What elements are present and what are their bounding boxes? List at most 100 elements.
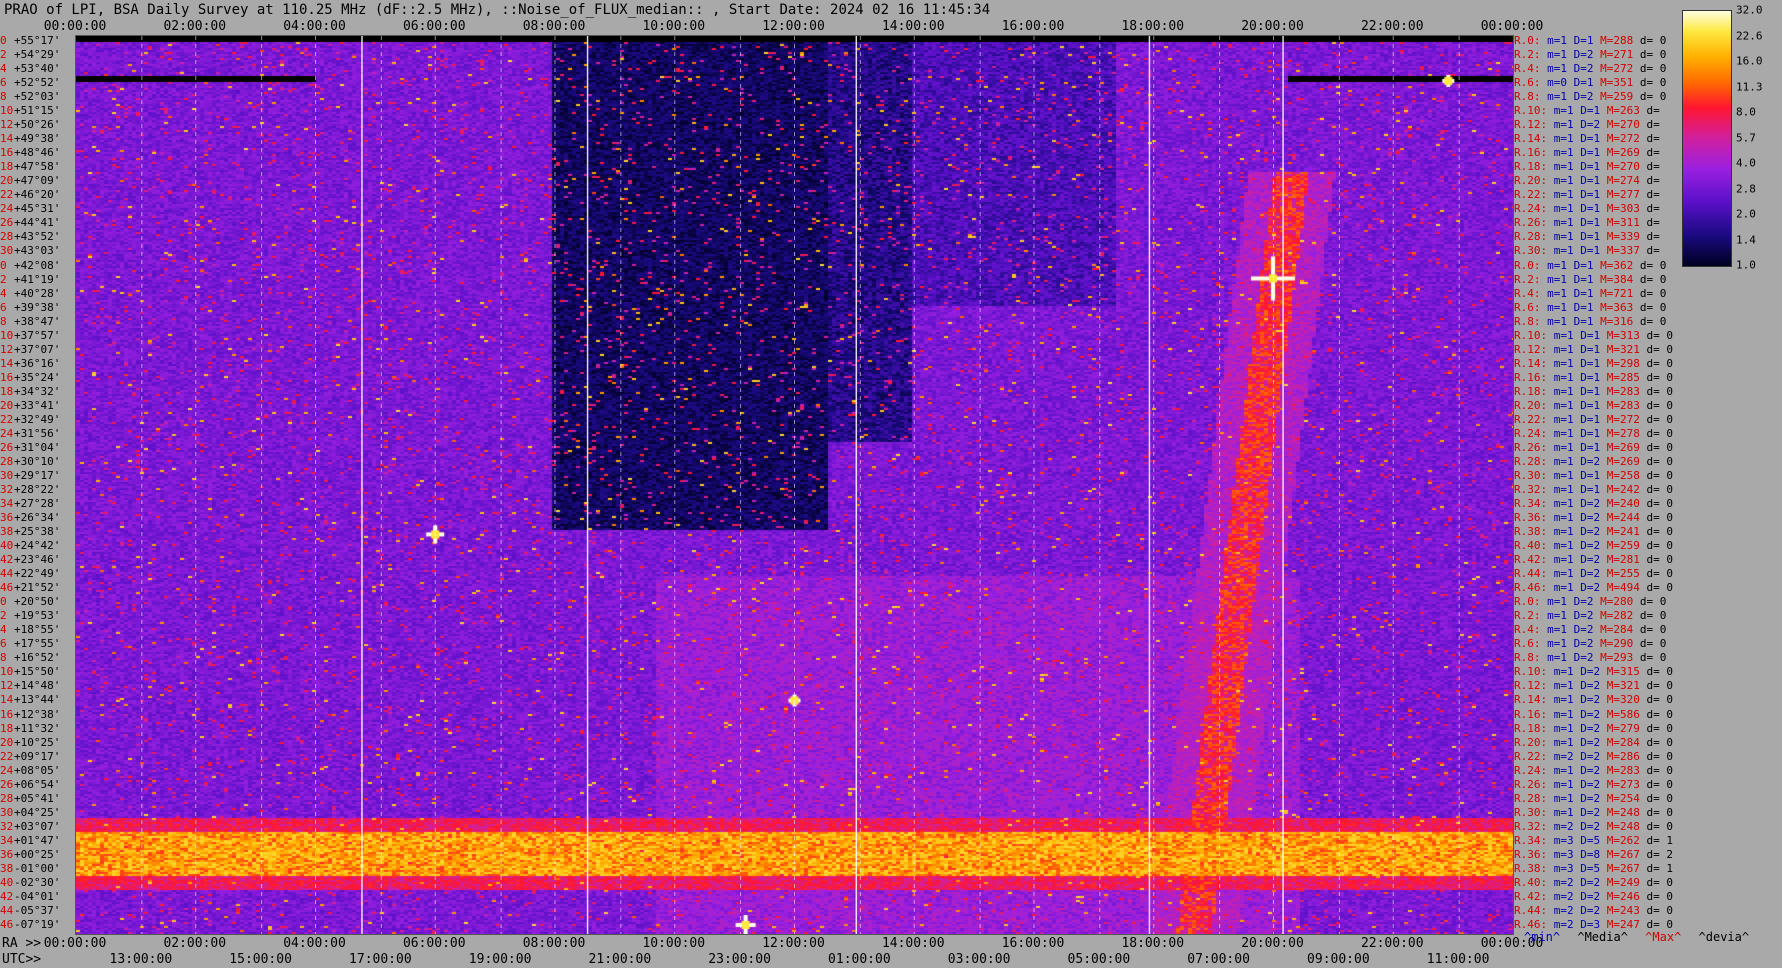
spectrogram-plot[interactable] bbox=[75, 35, 1514, 935]
stat-row: R.20: m=1 D=2 M=284 d= 0 bbox=[1514, 736, 1673, 749]
dec-row-value: +31°56' bbox=[14, 426, 61, 440]
stat-max: M=267 bbox=[1606, 861, 1647, 875]
ra-axis-prefix: RA >> bbox=[2, 936, 42, 951]
dec-row-index: 14 bbox=[0, 693, 14, 707]
dec-row: 30+29°17' bbox=[0, 469, 60, 482]
bottom-ra-tick: 10:00:00 bbox=[642, 936, 706, 951]
stat-min: m=1 bbox=[1547, 651, 1574, 665]
dec-row-index: 18 bbox=[0, 721, 14, 735]
stat-max: M=290 bbox=[1600, 637, 1640, 651]
stat-median: D=1 bbox=[1580, 483, 1607, 496]
stat-row: R.12: m=1 D=1 M=321 d= 0 bbox=[1514, 343, 1673, 356]
stat-max: M=320 bbox=[1606, 693, 1647, 707]
stat-row: R.16: m=1 D=1 M=269 d= bbox=[1514, 146, 1660, 159]
stat-row: R.24: m=1 D=1 M=303 d= bbox=[1514, 202, 1660, 215]
stat-max: M=293 bbox=[1600, 651, 1640, 665]
dec-row-value: +00°25' bbox=[14, 847, 61, 861]
dec-row: 18+11°32' bbox=[0, 722, 60, 735]
dec-row-value: +30°10' bbox=[14, 454, 61, 468]
stat-deviation: d= 0 bbox=[1646, 525, 1674, 539]
stat-min: m=1 bbox=[1553, 244, 1581, 258]
dec-row: 46+21°52' bbox=[0, 581, 60, 594]
dec-row-index: 6 bbox=[0, 637, 7, 651]
dec-row: 20+10°25' bbox=[0, 736, 60, 749]
stat-row: R.30: m=1 D=1 M=258 d= 0 bbox=[1514, 469, 1673, 482]
stat-max: M=288 bbox=[1600, 34, 1640, 47]
dec-row-value: +05°41' bbox=[14, 791, 61, 805]
dec-row: 36+00°25' bbox=[0, 848, 60, 861]
stat-row-label: R.20: bbox=[1514, 174, 1554, 188]
stat-deviation: d= 2 bbox=[1646, 847, 1674, 861]
dec-row: 32+28°22' bbox=[0, 483, 60, 496]
stat-row-label: R.28: bbox=[1514, 230, 1554, 244]
dec-row-index: 14 bbox=[0, 356, 14, 370]
stat-deviation: d= 0 bbox=[1639, 651, 1667, 665]
dec-row-index: 28 bbox=[0, 454, 14, 468]
dec-row-index: 24 bbox=[0, 426, 14, 440]
dec-row-index: 10 bbox=[0, 665, 14, 679]
bottom-ra-tick: 04:00:00 bbox=[283, 936, 346, 951]
dec-row: 24+31°56' bbox=[0, 427, 60, 440]
stat-max: M=272 bbox=[1600, 62, 1640, 76]
stat-median: D=1 bbox=[1580, 398, 1607, 412]
dec-row-index: 12 bbox=[0, 679, 14, 693]
stat-row-label: R.8: bbox=[1514, 90, 1548, 104]
stat-deviation: d= 0 bbox=[1646, 370, 1674, 384]
bottom-ra-tick: 00:00:00 bbox=[43, 936, 107, 951]
stat-legend: ^min^ ^Media^ ^Max^ ^devia^ bbox=[1524, 930, 1749, 944]
stat-max: M=270 bbox=[1606, 118, 1647, 132]
stat-max: M=321 bbox=[1606, 342, 1647, 356]
stat-deviation: d= bbox=[1646, 188, 1660, 202]
stat-row-label: R.30: bbox=[1514, 244, 1554, 258]
dec-row: 16+12°38' bbox=[0, 708, 60, 721]
top-ra-axis: 00:00:00 02:00:00 04:00:00 06:00:00 08:00:00… bbox=[0, 19, 1544, 35]
stat-row: R.0: m=1 D=1 M=362 d= 0 bbox=[1514, 259, 1666, 272]
stat-median: D=5 bbox=[1580, 861, 1607, 875]
stat-max: M=721 bbox=[1600, 286, 1640, 300]
top-ra-tick: 10:00:00 bbox=[642, 19, 706, 34]
dec-row-index: 14 bbox=[0, 132, 14, 146]
legend-min: ^min^ bbox=[1524, 930, 1561, 944]
stat-min: m=1 bbox=[1553, 132, 1581, 146]
bottom-ra-tick: 02:00:00 bbox=[163, 936, 227, 951]
stat-row-label: R.4: bbox=[1514, 623, 1548, 637]
stat-row-label: R.32: bbox=[1514, 483, 1554, 496]
stat-min: m=1 bbox=[1547, 300, 1574, 314]
dec-row-index: 0 bbox=[0, 258, 7, 272]
stat-median: D=1 bbox=[1580, 230, 1607, 244]
stat-min: m=1 bbox=[1547, 34, 1574, 47]
bottom-ra-tick: 18:00:00 bbox=[1121, 936, 1185, 951]
dec-row: 44+22°49' bbox=[0, 567, 60, 580]
bottom-ra-tick: 14:00:00 bbox=[881, 936, 945, 951]
stat-max: M=363 bbox=[1600, 300, 1640, 314]
dec-row: 18+47°58' bbox=[0, 160, 60, 173]
stat-row: R.38: m=3 D=5 M=267 d= 1 bbox=[1514, 862, 1673, 875]
dec-row-value: +29°17' bbox=[14, 468, 61, 482]
dec-row-value: +24°42' bbox=[14, 539, 61, 553]
stat-row-label: R.12: bbox=[1514, 679, 1554, 693]
dec-row-index: 42 bbox=[0, 553, 14, 567]
stat-row: R.0: m=1 D=1 M=288 d= 0 bbox=[1514, 34, 1666, 47]
dec-row-index: 40 bbox=[0, 539, 14, 553]
stat-deviation: d= 0 bbox=[1639, 300, 1667, 314]
dec-row-value: +31°04' bbox=[14, 440, 61, 454]
bottom-ra-axis: RA >> 00:00:00 02:00:00 04:00:00 06:00:00 08… bbox=[0, 936, 1543, 951]
stat-median: D=2 bbox=[1573, 595, 1601, 609]
stat-max: M=259 bbox=[1606, 539, 1647, 553]
dec-row: 16+35°24' bbox=[0, 371, 60, 384]
stat-max: M=278 bbox=[1606, 426, 1647, 440]
dec-row: 38+25°38' bbox=[0, 525, 60, 538]
dec-row-value: +43°52' bbox=[14, 230, 61, 244]
stat-row-label: R.12: bbox=[1514, 342, 1554, 356]
stat-median: D=1 bbox=[1580, 384, 1607, 398]
stat-deviation: d= 0 bbox=[1646, 398, 1674, 412]
stat-median: D=2 bbox=[1580, 707, 1607, 721]
dec-row-index: 22 bbox=[0, 412, 14, 426]
bottom-utc-tick: 11:00:00 bbox=[1426, 952, 1490, 967]
dec-row: 6 +52°52' bbox=[0, 76, 60, 89]
stat-median: D=2 bbox=[1580, 791, 1607, 805]
stat-row-label: R.32: bbox=[1514, 819, 1554, 833]
stat-row-label: R.6: bbox=[1514, 300, 1548, 314]
stat-median: D=1 bbox=[1580, 468, 1607, 482]
spectrogram-heatmap[interactable] bbox=[76, 36, 1513, 934]
